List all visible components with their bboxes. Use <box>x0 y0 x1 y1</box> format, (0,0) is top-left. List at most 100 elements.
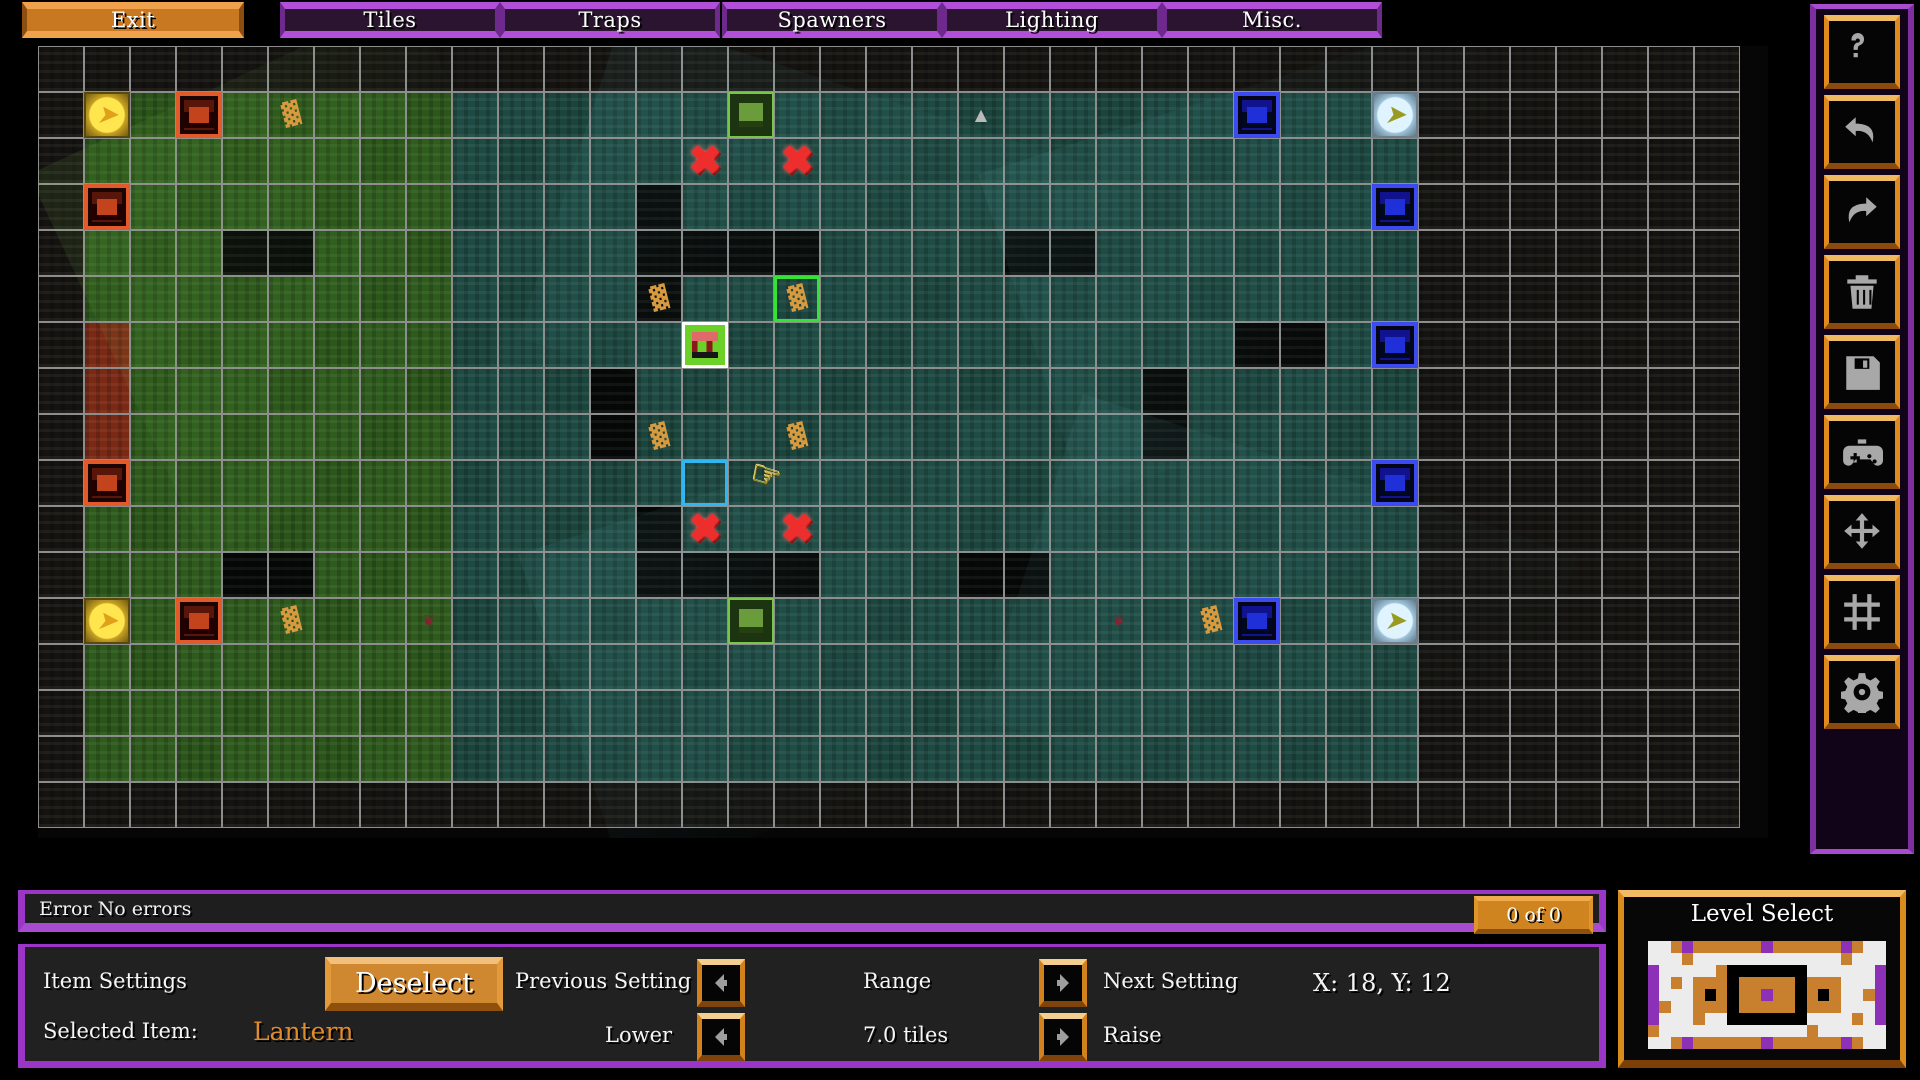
tile-cell[interactable] <box>958 460 1004 506</box>
tile-cell[interactable] <box>498 92 544 138</box>
tile-cell[interactable] <box>590 690 636 736</box>
tile-cell[interactable] <box>1556 460 1602 506</box>
tile-cell[interactable] <box>636 230 682 276</box>
tile-cell[interactable] <box>590 184 636 230</box>
tile-cell[interactable] <box>1464 138 1510 184</box>
tile-cell[interactable] <box>1464 460 1510 506</box>
tile-cell[interactable] <box>1234 46 1280 92</box>
tile-cell[interactable] <box>452 506 498 552</box>
tile-cell[interactable] <box>176 736 222 782</box>
tile-cell[interactable] <box>1280 552 1326 598</box>
tile-cell[interactable] <box>912 736 958 782</box>
tile-cell[interactable] <box>1510 736 1556 782</box>
tile-cell[interactable] <box>268 690 314 736</box>
tile-cell[interactable] <box>1142 552 1188 598</box>
tile-cell[interactable] <box>268 138 314 184</box>
tile-cell[interactable] <box>1464 230 1510 276</box>
tile-cell[interactable] <box>774 322 820 368</box>
tile-cell[interactable] <box>912 138 958 184</box>
tile-cell[interactable] <box>1326 690 1372 736</box>
map-object-cross-trap[interactable]: ✖ <box>682 506 728 552</box>
tile-cell[interactable] <box>958 276 1004 322</box>
tile-cell[interactable] <box>452 736 498 782</box>
tile-cell[interactable] <box>1234 460 1280 506</box>
tile-cell[interactable] <box>1694 92 1740 138</box>
tile-cell[interactable] <box>1694 368 1740 414</box>
tile-cell[interactable] <box>360 92 406 138</box>
tile-cell[interactable] <box>682 184 728 230</box>
tile-cell[interactable] <box>636 92 682 138</box>
tile-cell[interactable] <box>360 736 406 782</box>
tile-cell[interactable] <box>1418 736 1464 782</box>
tile-cell[interactable] <box>1050 138 1096 184</box>
tile-cell[interactable] <box>1188 92 1234 138</box>
map-object-spawn-point-blue[interactable]: ➤ <box>1372 598 1418 644</box>
tile-cell[interactable] <box>636 782 682 828</box>
tile-cell[interactable] <box>498 138 544 184</box>
tile-cell[interactable] <box>222 184 268 230</box>
gamepad-button[interactable] <box>1824 415 1900 489</box>
tile-cell[interactable] <box>38 414 84 460</box>
tile-cell[interactable] <box>820 782 866 828</box>
tile-cell[interactable] <box>1234 414 1280 460</box>
tile-cell[interactable] <box>774 460 820 506</box>
tile-cell[interactable] <box>820 460 866 506</box>
tile-cell[interactable] <box>958 506 1004 552</box>
tile-cell[interactable] <box>314 644 360 690</box>
tile-cell[interactable] <box>1510 138 1556 184</box>
tile-cell[interactable] <box>728 368 774 414</box>
tile-cell[interactable] <box>866 506 912 552</box>
tile-cell[interactable] <box>176 368 222 414</box>
map-object-door-red[interactable] <box>176 92 222 138</box>
tile-cell[interactable] <box>38 184 84 230</box>
tile-cell[interactable] <box>774 598 820 644</box>
tile-cell[interactable] <box>498 552 544 598</box>
tile-cell[interactable] <box>268 368 314 414</box>
tile-cell[interactable] <box>866 644 912 690</box>
tile-cell[interactable] <box>1648 230 1694 276</box>
tile-cell[interactable] <box>1096 414 1142 460</box>
tile-cell[interactable] <box>590 644 636 690</box>
tile-cell[interactable] <box>820 322 866 368</box>
tile-cell[interactable] <box>912 598 958 644</box>
tile-cell[interactable] <box>682 782 728 828</box>
tile-cell[interactable] <box>820 414 866 460</box>
tile-cell[interactable] <box>360 230 406 276</box>
tile-cell[interactable] <box>1188 782 1234 828</box>
tile-cell[interactable] <box>1372 414 1418 460</box>
tile-cell[interactable] <box>1004 506 1050 552</box>
tile-cell[interactable] <box>728 736 774 782</box>
tile-cell[interactable] <box>1234 138 1280 184</box>
tile-cell[interactable] <box>1648 92 1694 138</box>
tile-cell[interactable] <box>1050 506 1096 552</box>
tile-cell[interactable] <box>84 644 130 690</box>
tile-cell[interactable] <box>682 736 728 782</box>
map-object-door-red[interactable] <box>84 460 130 506</box>
tile-cell[interactable] <box>820 276 866 322</box>
tile-cell[interactable] <box>1418 276 1464 322</box>
tile-cell[interactable] <box>1234 552 1280 598</box>
tile-cell[interactable] <box>222 276 268 322</box>
tile-cell[interactable] <box>84 414 130 460</box>
tile-cell[interactable] <box>1464 46 1510 92</box>
tile-cell[interactable] <box>774 184 820 230</box>
tile-cell[interactable] <box>1280 46 1326 92</box>
tile-cell[interactable] <box>1004 138 1050 184</box>
tile-cell[interactable] <box>866 46 912 92</box>
tile-cell[interactable] <box>84 276 130 322</box>
tile-cell[interactable] <box>866 276 912 322</box>
tile-cell[interactable] <box>636 184 682 230</box>
tile-cell[interactable] <box>544 690 590 736</box>
tile-cell[interactable] <box>314 690 360 736</box>
help-button[interactable] <box>1824 15 1900 89</box>
tile-cell[interactable] <box>406 736 452 782</box>
tile-cell[interactable] <box>176 322 222 368</box>
tile-cell[interactable] <box>1142 368 1188 414</box>
tile-cell[interactable] <box>1050 736 1096 782</box>
tile-cell[interactable] <box>958 552 1004 598</box>
tile-cell[interactable] <box>360 46 406 92</box>
tile-cell[interactable] <box>1510 322 1556 368</box>
tile-cell[interactable] <box>452 368 498 414</box>
tile-cell[interactable] <box>912 414 958 460</box>
tile-cell[interactable] <box>1418 138 1464 184</box>
